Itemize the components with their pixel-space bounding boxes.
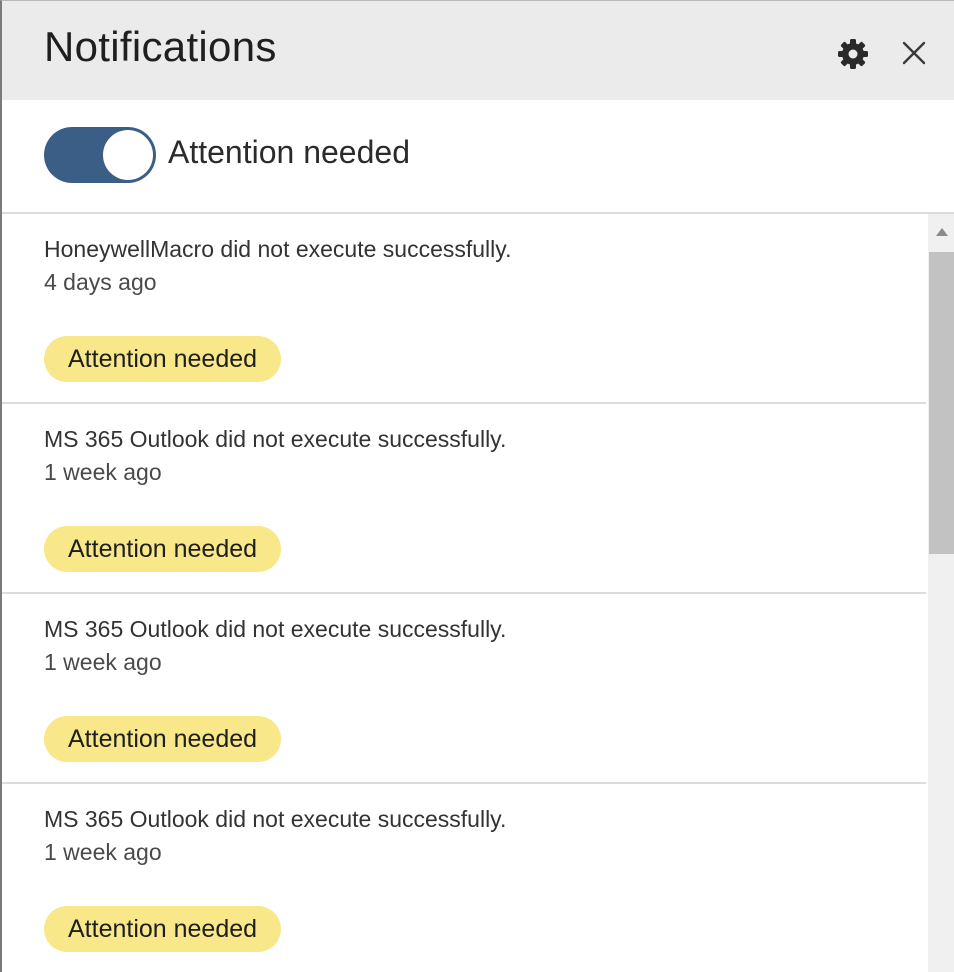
notification-item[interactable]: HoneywellMacro did not execute successfu… bbox=[2, 214, 926, 404]
notification-item[interactable]: MS 365 Outlook did not execute successfu… bbox=[2, 784, 926, 972]
toggle-label: Attention needed bbox=[168, 134, 410, 170]
vertical-scrollbar[interactable] bbox=[928, 214, 954, 972]
attention-badge: Attention needed bbox=[44, 336, 282, 382]
notifications-panel: Notifications Attention needed Honeywell… bbox=[0, 0, 954, 972]
notification-list: HoneywellMacro did not execute successfu… bbox=[2, 214, 926, 972]
panel-title: Notifications bbox=[44, 23, 277, 70]
notification-message: MS 365 Outlook did not execute successfu… bbox=[44, 426, 507, 452]
notification-item[interactable]: MS 365 Outlook did not execute successfu… bbox=[2, 594, 926, 784]
attention-needed-toggle[interactable] bbox=[44, 127, 156, 183]
notification-time: 1 week ago bbox=[44, 649, 162, 675]
attention-badge: Attention needed bbox=[44, 906, 282, 952]
scrollbar-thumb[interactable] bbox=[929, 252, 954, 554]
attention-badge: Attention needed bbox=[44, 716, 282, 762]
toggle-knob bbox=[103, 130, 153, 180]
attention-badge: Attention needed bbox=[44, 526, 282, 572]
notification-time: 4 days ago bbox=[44, 269, 157, 295]
notification-message: MS 365 Outlook did not execute successfu… bbox=[44, 806, 507, 832]
panel-header: Notifications bbox=[2, 1, 954, 100]
notification-message: HoneywellMacro did not execute successfu… bbox=[44, 236, 512, 262]
scroll-up-arrow-icon[interactable] bbox=[928, 214, 954, 250]
notification-time: 1 week ago bbox=[44, 459, 162, 485]
notification-message: MS 365 Outlook did not execute successfu… bbox=[44, 616, 507, 642]
notification-item[interactable]: MS 365 Outlook did not execute successfu… bbox=[2, 404, 926, 594]
attention-filter-row: Attention needed bbox=[2, 100, 954, 214]
gear-icon[interactable] bbox=[836, 37, 870, 71]
notification-time: 1 week ago bbox=[44, 839, 162, 865]
close-icon[interactable] bbox=[896, 35, 932, 71]
